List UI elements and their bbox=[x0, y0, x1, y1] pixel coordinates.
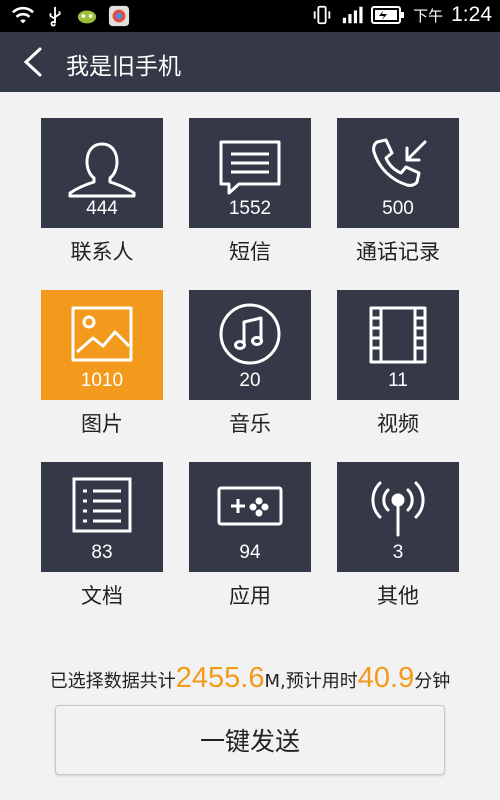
clock: 1:24 bbox=[451, 3, 492, 26]
tile-count: 444 bbox=[86, 198, 118, 219]
tile-label: 联系人 bbox=[70, 240, 134, 264]
vibrate-icon bbox=[313, 5, 331, 25]
tile-count: 94 bbox=[239, 542, 261, 563]
tile-count: 500 bbox=[382, 198, 414, 219]
game-icon bbox=[77, 10, 97, 24]
tile-images[interactable]: 1010 bbox=[41, 290, 163, 400]
app-bar: 我是旧手机 bbox=[0, 32, 500, 92]
one-click-send-button[interactable]: 一键发送 bbox=[55, 705, 445, 775]
status-bar: 下午 1:24 bbox=[0, 0, 500, 32]
tile-apps[interactable]: 94 bbox=[189, 462, 311, 572]
tile-count: 1010 bbox=[80, 370, 124, 391]
summary-prefix: 已选择数据共计 bbox=[49, 671, 176, 692]
tile-music[interactable]: 20 bbox=[189, 290, 311, 400]
page-title: 我是旧手机 bbox=[66, 54, 181, 80]
tile-call-log[interactable]: 500 bbox=[337, 118, 459, 228]
tile-label: 文档 bbox=[81, 584, 123, 608]
tile-documents[interactable]: 83 bbox=[41, 462, 163, 572]
back-arrow-icon[interactable] bbox=[18, 46, 48, 78]
tile-sms[interactable]: 1552 bbox=[189, 118, 311, 228]
tile-count: 83 bbox=[91, 542, 113, 563]
estimated-time-value: 40.9 bbox=[357, 662, 415, 694]
tile-count: 1552 bbox=[228, 198, 272, 219]
signal-icon bbox=[342, 6, 363, 24]
tile-label: 其他 bbox=[377, 584, 419, 608]
tile-label: 应用 bbox=[229, 584, 271, 608]
tile-label: 图片 bbox=[81, 412, 123, 436]
tile-count: 20 bbox=[239, 370, 261, 391]
data-size-value: 2455.6 bbox=[175, 662, 265, 694]
tile-label: 视频 bbox=[377, 412, 419, 436]
wifi-icon bbox=[12, 6, 34, 24]
tile-video[interactable]: 11 bbox=[337, 290, 459, 400]
tile-other[interactable]: 3 bbox=[337, 462, 459, 572]
estimated-time-unit: 分钟 bbox=[414, 671, 451, 692]
battery-icon bbox=[371, 6, 405, 24]
tile-count: 3 bbox=[392, 542, 404, 563]
tile-label: 通话记录 bbox=[356, 240, 440, 264]
ampm-label: 下午 bbox=[413, 6, 444, 25]
tile-contacts[interactable]: 444 bbox=[41, 118, 163, 228]
tile-label: 短信 bbox=[229, 240, 271, 264]
tile-label: 音乐 bbox=[229, 412, 271, 436]
usb-icon bbox=[49, 6, 61, 27]
transfer-summary: 已选择数据共计2455.6M,预计用时40.9分钟 bbox=[0, 662, 500, 695]
data-size-unit: M,预计用时 bbox=[264, 671, 358, 692]
app-icon bbox=[108, 5, 130, 27]
tile-count: 11 bbox=[388, 370, 408, 391]
